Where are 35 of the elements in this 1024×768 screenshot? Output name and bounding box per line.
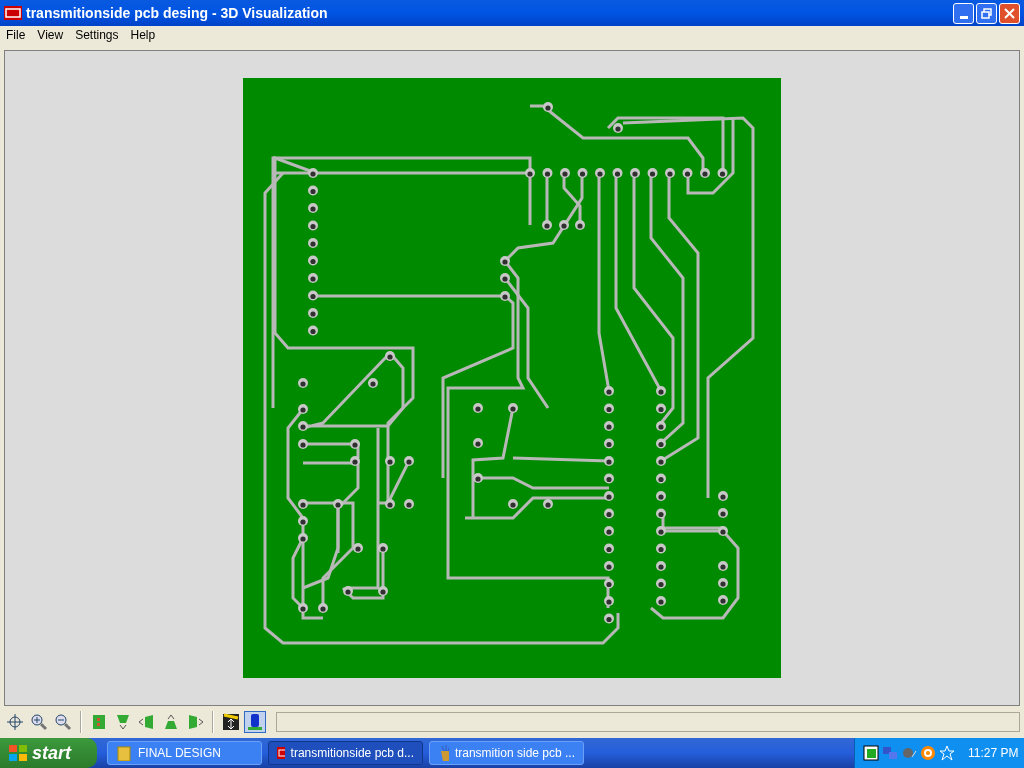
component-button[interactable]	[244, 711, 266, 733]
taskbar-button[interactable]: transmition side pcb ...	[429, 741, 584, 765]
taskbar-button[interactable]: FINAL DESIGN	[107, 741, 262, 765]
app-logo-icon	[277, 745, 285, 761]
right-arrow-board-icon	[186, 713, 204, 731]
star-icon[interactable]	[939, 745, 955, 761]
menu-item[interactable]: View	[33, 26, 68, 44]
zoom-out-icon	[54, 713, 72, 731]
minimize-button[interactable]	[953, 2, 974, 24]
height-button[interactable]	[220, 711, 242, 733]
start-button[interactable]: start	[0, 738, 97, 768]
close-button[interactable]	[999, 2, 1020, 24]
menu-item[interactable]: Help	[126, 26, 160, 44]
windows-logo-icon	[8, 744, 28, 762]
zoom-in-icon	[30, 713, 48, 731]
component-icon	[246, 713, 264, 731]
folder-icon	[116, 745, 132, 761]
up-arrow-board-icon	[162, 713, 180, 731]
window-title: transmitionside pcb desing - 3D Visualization	[26, 3, 328, 23]
menu-item[interactable]: Settings	[71, 26, 123, 44]
board-icon	[90, 713, 108, 731]
crosshair-icon	[6, 713, 24, 731]
speaker-icon[interactable]	[901, 745, 917, 761]
pencil-cup-icon	[438, 745, 449, 761]
app-logo-icon	[4, 6, 22, 20]
restore-button[interactable]	[976, 2, 997, 24]
height-icon	[222, 713, 240, 731]
taskbar-button[interactable]: transmitionside pcb d...	[268, 741, 423, 765]
menu-item[interactable]: File	[2, 26, 30, 44]
left-arrow-board-icon	[138, 713, 156, 731]
tray-icon[interactable]	[863, 745, 879, 761]
close-icon	[1004, 7, 1015, 19]
restore-icon	[981, 7, 992, 19]
down-arrow-board-icon	[114, 713, 132, 731]
clock: 11:27 PM	[968, 745, 1019, 762]
